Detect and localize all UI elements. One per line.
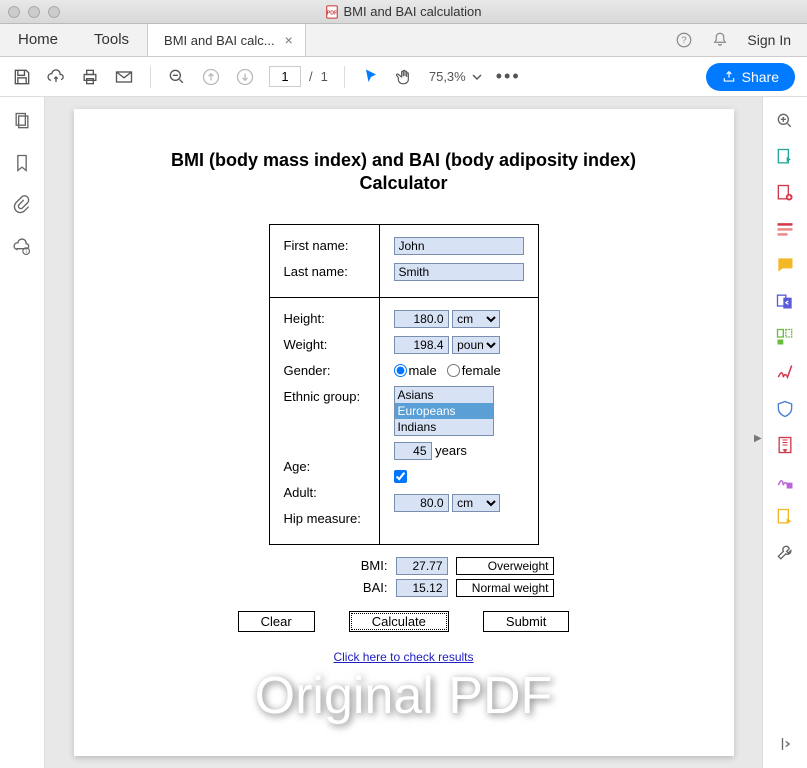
zoom-out-icon[interactable] (167, 67, 187, 87)
close-window-icon[interactable] (8, 6, 20, 18)
right-panel (762, 97, 807, 768)
prev-page-icon[interactable] (201, 67, 221, 87)
protect-icon[interactable] (775, 399, 795, 419)
share-icon (722, 70, 736, 84)
submit-button[interactable]: Submit (483, 611, 569, 632)
adult-checkbox[interactable] (394, 470, 407, 483)
collapse-right-icon[interactable]: ▶ (754, 430, 762, 446)
bell-icon[interactable] (711, 31, 729, 49)
close-tab-icon[interactable]: × (283, 30, 295, 50)
tab-document[interactable]: BMI and BAI calc... × (147, 23, 306, 56)
age-input[interactable] (394, 442, 432, 460)
bai-category: Normal weight (456, 579, 554, 597)
page-title: BMI (body mass index) and BAI (body adip… (104, 149, 704, 196)
bmi-label: BMI: (361, 558, 388, 573)
results: BMI: 27.77 Overweight BAI: 15.12 Normal … (254, 557, 554, 597)
print-icon[interactable] (80, 67, 100, 87)
clear-button[interactable]: Clear (238, 611, 315, 632)
weight-input[interactable] (394, 336, 449, 354)
sign-icon[interactable] (775, 363, 795, 383)
document-area[interactable]: BMI (body mass index) and BAI (body adip… (45, 97, 762, 768)
left-panel: i (0, 97, 45, 768)
bai-value: 15.12 (396, 579, 448, 597)
age-label: Age: (284, 459, 311, 474)
create-pdf-icon[interactable] (775, 183, 795, 203)
expand-panel-icon[interactable] (775, 734, 795, 754)
tab-document-label: BMI and BAI calc... (164, 33, 275, 48)
hip-unit-select[interactable]: cm (452, 494, 500, 512)
pdf-page: BMI (body mass index) and BAI (body adip… (74, 109, 734, 756)
zoom-in-icon[interactable] (775, 111, 795, 131)
gender-label: Gender: (284, 363, 331, 378)
minimize-window-icon[interactable] (28, 6, 40, 18)
edit-pdf-icon[interactable] (775, 219, 795, 239)
maximize-window-icon[interactable] (48, 6, 60, 18)
cloud-upload-icon[interactable] (46, 67, 66, 87)
toolbar: / 1 75,3% ••• Share (0, 57, 807, 97)
height-label: Height: (284, 311, 325, 326)
ethnic-listbox[interactable]: Asians Europeans Indians (394, 386, 494, 436)
hand-icon[interactable] (395, 67, 415, 87)
watermark: Original PDF (74, 666, 734, 726)
share-button[interactable]: Share (706, 63, 795, 91)
email-icon[interactable] (114, 67, 134, 87)
gender-male-radio[interactable]: male (394, 363, 437, 378)
zoom-control[interactable]: 75,3% (429, 69, 482, 84)
tab-bar: Home Tools BMI and BAI calc... × ? Sign … (0, 24, 807, 57)
bai-label: BAI: (363, 580, 388, 595)
current-page-input[interactable] (269, 66, 301, 87)
last-name-input[interactable] (394, 263, 524, 281)
compress-icon[interactable] (775, 435, 795, 455)
titlebar: PDF BMI and BAI calculation (0, 0, 807, 24)
hip-input[interactable] (394, 494, 449, 512)
ethnic-label: Ethnic group: (284, 389, 361, 404)
pointer-icon[interactable] (361, 67, 381, 87)
sign-in-button[interactable]: Sign In (747, 32, 791, 48)
thumbnails-icon[interactable] (12, 111, 32, 131)
export-pdf-icon[interactable] (775, 147, 795, 167)
calculate-button[interactable]: Calculate (349, 611, 449, 632)
height-unit-select[interactable]: cm (452, 310, 500, 328)
first-name-label: First name: (284, 238, 349, 253)
combine-icon[interactable] (775, 291, 795, 311)
pdf-icon: PDF (325, 5, 339, 19)
tab-tools[interactable]: Tools (76, 23, 147, 56)
adult-label: Adult: (284, 485, 317, 500)
svg-text:PDF: PDF (327, 10, 338, 16)
next-page-icon[interactable] (235, 67, 255, 87)
hip-label: Hip measure: (284, 511, 361, 526)
help-icon[interactable]: ? (675, 31, 693, 49)
check-results-link[interactable]: Click here to check results (104, 650, 704, 664)
weight-label: Weight: (284, 337, 328, 352)
form-table: First name: Last name: Height: Weight: G… (269, 224, 539, 545)
attachment-icon[interactable] (12, 195, 32, 215)
svg-text:?: ? (682, 35, 687, 45)
bookmark-icon[interactable] (12, 153, 32, 173)
button-row: Clear Calculate Submit (104, 611, 704, 632)
save-icon[interactable] (12, 67, 32, 87)
chevron-down-icon (472, 74, 482, 80)
bmi-category: Overweight (456, 557, 554, 575)
organize-icon[interactable] (775, 327, 795, 347)
last-name-label: Last name: (284, 264, 348, 279)
tools-icon[interactable] (775, 543, 795, 563)
weight-unit-select[interactable]: pound (452, 336, 500, 354)
window-controls (8, 6, 60, 18)
bmi-value: 27.77 (396, 557, 448, 575)
comment-icon[interactable] (775, 255, 795, 275)
height-input[interactable] (394, 310, 449, 328)
fill-sign-icon[interactable] (775, 471, 795, 491)
total-pages: 1 (321, 69, 328, 84)
page-control: / 1 (269, 66, 328, 87)
more-icon[interactable]: ••• (496, 66, 521, 87)
svg-text:i: i (26, 249, 27, 255)
send-icon[interactable] (775, 507, 795, 527)
gender-female-radio[interactable]: female (447, 363, 501, 378)
cloud-storage-icon[interactable]: i (12, 237, 32, 257)
tab-home[interactable]: Home (0, 23, 76, 56)
first-name-input[interactable] (394, 237, 524, 255)
window-title: PDF BMI and BAI calculation (0, 4, 807, 19)
